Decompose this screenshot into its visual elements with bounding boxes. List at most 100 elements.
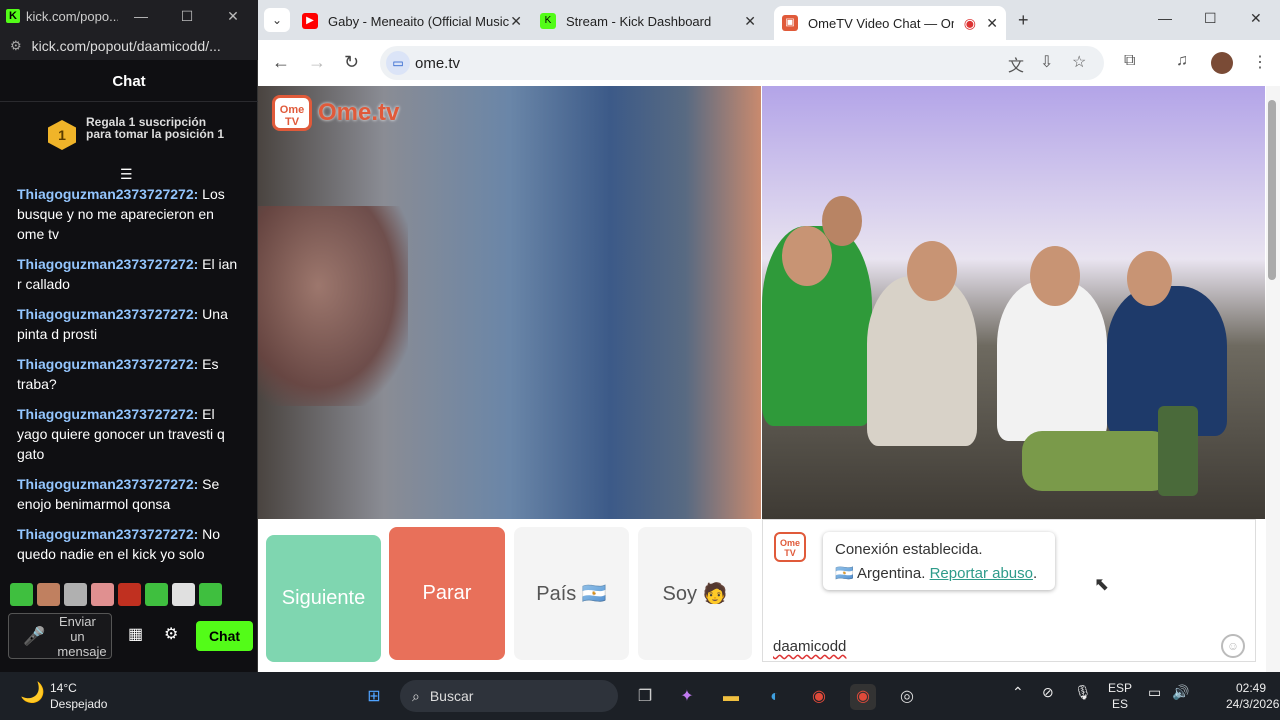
forward-icon[interactable]: →: [308, 52, 326, 73]
chat-message: Thiagoguzman2373727272: Es traba?: [8, 354, 243, 394]
chat-filter-icon[interactable]: ☰: [120, 166, 133, 183]
temperature: 14°C: [50, 681, 77, 695]
obs-icon[interactable]: ◎: [894, 684, 920, 710]
ometv-chat-input[interactable]: daamicodd: [773, 638, 846, 655]
chat-message: Thiagoguzman2373727272: Una pinta d pros…: [8, 304, 243, 344]
country-line: 🇦🇷 Argentina. Reportar abuso.: [835, 562, 1043, 586]
tab-youtube[interactable]: ▶ Gaby - Meneaito (Official Music ✕: [302, 6, 530, 36]
chat-message: Thiagoguzman2373727272: Se enojo benimar…: [8, 474, 243, 514]
microphone-icon[interactable]: 🎤: [23, 626, 45, 647]
emote-icon[interactable]: [64, 583, 87, 606]
chat-input[interactable]: 🎤 Enviar un mensaje: [8, 613, 112, 659]
chat-message: Thiagoguzman2373727272: El yago quiere g…: [8, 404, 243, 464]
person-figure: [822, 196, 862, 246]
display-icon[interactable]: ▭: [1148, 684, 1161, 701]
emote-bar: [10, 583, 222, 606]
clock[interactable]: 02:49 24/3/2026: [1226, 680, 1279, 712]
chat-settings-icon[interactable]: ⚙: [164, 624, 178, 644]
chrome-profile-icon[interactable]: ◉: [850, 684, 876, 710]
scrollbar-thumb[interactable]: [1268, 100, 1276, 280]
country-button[interactable]: País 🇦🇷: [514, 527, 629, 660]
person-figure: [1127, 251, 1172, 306]
tab-close-icon[interactable]: ✕: [510, 13, 522, 30]
weather-moon-icon[interactable]: 🌙: [20, 680, 45, 705]
chat-header: Chat: [0, 62, 258, 102]
chat-input-placeholder: Enviar un mensaje: [57, 613, 107, 659]
install-app-icon[interactable]: ⇩: [1040, 52, 1053, 72]
profile-avatar[interactable]: [1211, 52, 1233, 74]
chat-username[interactable]: Thiagoguzman2373727272:: [17, 186, 198, 202]
chat-username[interactable]: Thiagoguzman2373727272:: [17, 406, 198, 422]
weather-widget[interactable]: 14°C Despejado: [50, 680, 107, 712]
tab-title: OmeTV Video Chat — Ome: [808, 15, 954, 31]
back-icon[interactable]: ←: [272, 52, 290, 73]
search-placeholder: Buscar: [429, 688, 474, 704]
chat-username[interactable]: Thiagoguzman2373727272:: [17, 356, 198, 372]
emote-icon[interactable]: [10, 583, 33, 606]
tab-kick-dashboard[interactable]: K Stream - Kick Dashboard ✕: [540, 6, 764, 36]
person-figure: [1030, 246, 1080, 306]
bookmark-star-icon[interactable]: ☆: [1072, 52, 1086, 72]
ometv-logo-icon: Ome TV: [272, 95, 312, 131]
extensions-icon[interactable]: ⧉: [1124, 52, 1135, 70]
green-tumbler: [1158, 406, 1198, 496]
report-abuse-link[interactable]: Reportar abuso: [930, 565, 1033, 582]
edge-icon[interactable]: ◐: [762, 684, 788, 710]
chat-send-button[interactable]: Chat: [196, 621, 253, 651]
tab-search-button[interactable]: ⌄: [264, 8, 290, 32]
network-off-icon[interactable]: ⊘: [1042, 684, 1054, 701]
minimize-button[interactable]: —: [118, 0, 164, 32]
store-icon[interactable]: ▦: [128, 624, 143, 644]
task-view-icon[interactable]: ❐: [632, 684, 658, 710]
maximize-button[interactable]: ☐: [164, 0, 210, 32]
mic-tray-icon[interactable]: 🎙: [1074, 684, 1092, 701]
emoji-smile-icon[interactable]: ☺: [1221, 634, 1245, 658]
copilot-icon[interactable]: ✦: [674, 684, 700, 710]
kick-url-bar[interactable]: ⚙ kick.com/popout/daamicodd/...: [0, 32, 258, 60]
reload-icon[interactable]: ↻: [344, 52, 359, 73]
emote-icon[interactable]: [37, 583, 60, 606]
site-settings-icon[interactable]: ⚙: [10, 38, 22, 54]
address-bar[interactable]: [380, 46, 1104, 80]
connection-status-bubble: Conexión establecida. 🇦🇷 Argentina. Repo…: [823, 532, 1055, 590]
chrome-icon[interactable]: ◉: [806, 684, 832, 710]
camera-permission-icon[interactable]: ▭: [386, 51, 410, 75]
language-indicator[interactable]: ESP ES: [1108, 680, 1132, 712]
emote-icon[interactable]: [199, 583, 222, 606]
emote-icon[interactable]: [172, 583, 195, 606]
chat-username[interactable]: Thiagoguzman2373727272:: [17, 306, 198, 322]
weather-desc: Despejado: [50, 697, 108, 711]
gift-badge-icon: 1: [48, 120, 76, 150]
emote-icon[interactable]: [118, 583, 141, 606]
minimize-icon[interactable]: —: [1158, 10, 1172, 26]
kick-logo-icon: K: [6, 9, 20, 23]
next-button[interactable]: Siguiente: [266, 535, 381, 662]
chat-username[interactable]: Thiagoguzman2373727272:: [17, 476, 198, 492]
taskbar-search[interactable]: ⌕ Buscar: [400, 680, 618, 712]
chat-username[interactable]: Thiagoguzman2373727272:: [17, 256, 198, 272]
tab-close-icon[interactable]: ✕: [744, 13, 756, 30]
start-windows-icon[interactable]: ⊞: [361, 684, 387, 710]
tab-ometv[interactable]: ▣ OmeTV Video Chat — Ome ◉ ✕: [774, 6, 1006, 40]
file-explorer-icon[interactable]: ▬: [718, 684, 744, 710]
media-control-icon[interactable]: ♫: [1176, 52, 1188, 70]
gender-button[interactable]: Soy 🧑: [638, 527, 752, 660]
tab-title: Stream - Kick Dashboard: [566, 13, 712, 29]
new-tab-icon[interactable]: +: [1018, 10, 1029, 31]
emote-icon[interactable]: [91, 583, 114, 606]
menu-kebab-icon[interactable]: ⋮: [1252, 52, 1268, 72]
stop-button[interactable]: Parar: [389, 527, 505, 660]
tab-title: Gaby - Meneaito (Official Music: [328, 13, 510, 29]
chat-username[interactable]: Thiagoguzman2373727272:: [17, 526, 198, 542]
tab-close-icon[interactable]: ✕: [986, 15, 998, 32]
emote-icon[interactable]: [145, 583, 168, 606]
tray-chevron-icon[interactable]: ⌃: [1012, 684, 1024, 701]
close-button[interactable]: ✕: [210, 0, 256, 32]
lang-bottom: ES: [1111, 697, 1128, 711]
gift-sub-banner[interactable]: 1 Regala 1 suscripción para tomar la pos…: [48, 116, 248, 156]
ometv-logo[interactable]: Ome TV Ome.tv: [272, 95, 399, 131]
maximize-icon[interactable]: ☐: [1204, 10, 1217, 27]
volume-icon[interactable]: 🔊: [1172, 684, 1189, 701]
translate-icon[interactable]: 文: [1008, 52, 1024, 76]
close-window-icon[interactable]: ✕: [1250, 10, 1262, 27]
